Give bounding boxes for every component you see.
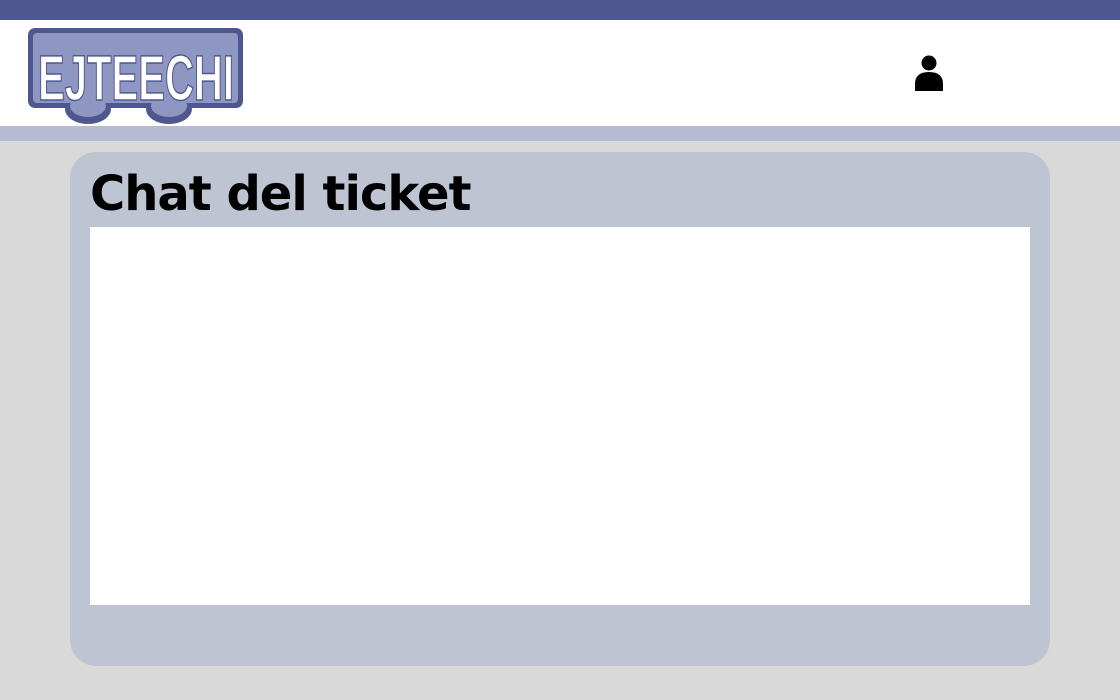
logo-graphic: EJTEECHI	[28, 28, 243, 124]
chat-messages-area[interactable]	[90, 227, 1030, 605]
app-header: EJTEECHI	[0, 20, 1120, 126]
page-title: Chat del ticket	[90, 166, 472, 222]
ticket-chat-panel: Chat del ticket	[70, 152, 1050, 666]
brand-logo[interactable]: EJTEECHI	[26, 26, 246, 126]
user-icon	[915, 55, 943, 91]
logo-letters: EJTEECHI	[38, 42, 234, 114]
header-divider	[0, 126, 1120, 141]
user-account-button[interactable]	[906, 50, 952, 96]
top-accent-bar	[0, 0, 1120, 20]
